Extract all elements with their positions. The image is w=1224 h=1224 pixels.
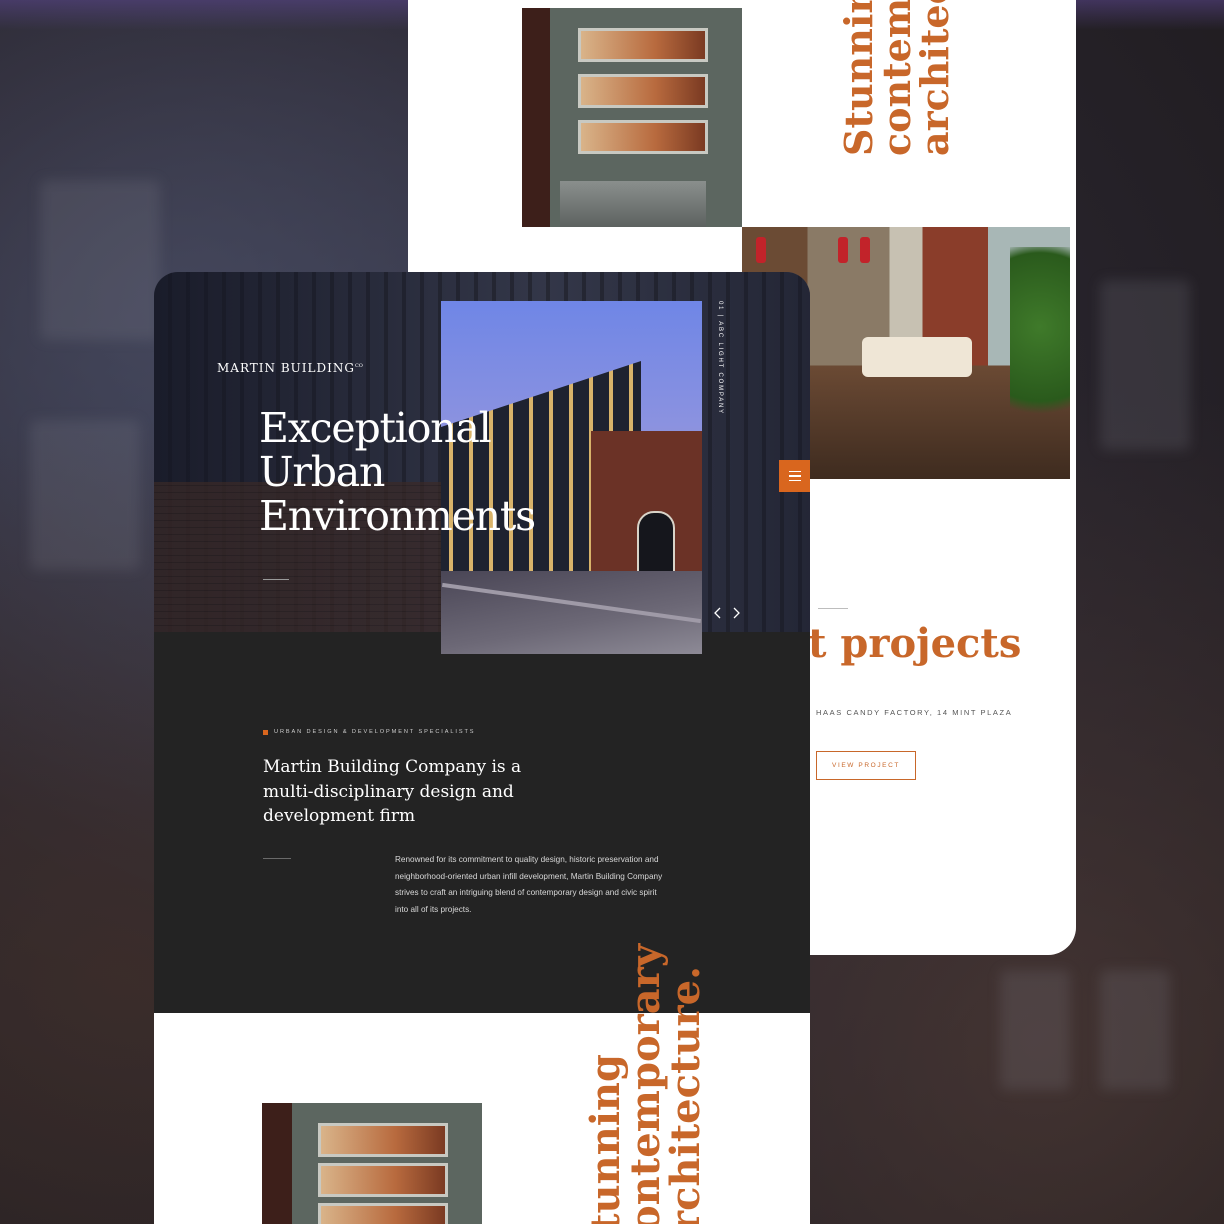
lead-statement: Martin Building Company is a multi-disci… [263, 757, 522, 826]
hamburger-menu-icon [788, 470, 801, 473]
hamburger-menu-icon [788, 479, 801, 482]
vertical-heading-line: contemp [874, 0, 919, 156]
background-blur-window [1100, 280, 1190, 450]
chevron-left-icon[interactable] [712, 606, 724, 620]
slide-caption: 01 | ABC LIGHT COMPANY [717, 301, 723, 415]
divider [818, 608, 848, 609]
body-divider [263, 858, 291, 859]
projects-heading: t projects [808, 620, 1022, 667]
back-vertical-heading: Stunning contemp architect [836, 0, 960, 156]
vertical-heading-line: Stunning [836, 0, 881, 156]
background-blur-window [40, 180, 160, 340]
body-paragraph: Renowned for its commitment to quality d… [395, 855, 663, 914]
niche-shelf [318, 1123, 448, 1157]
bathroom-niche-photo [262, 1103, 482, 1224]
bathroom-niche-photo [522, 8, 742, 227]
hero-title-line: Urban [259, 448, 385, 496]
sofa [862, 337, 972, 377]
background-blur-window [1000, 970, 1070, 1090]
accent-square-icon [263, 729, 268, 735]
niche-shelf [318, 1163, 448, 1197]
niche-shelf [578, 28, 708, 62]
hero-title-line: Exceptional [259, 404, 492, 452]
pendant-lamp [838, 237, 848, 263]
pendant-lamp [756, 237, 766, 263]
plant [1010, 247, 1070, 447]
street [441, 571, 702, 654]
pendant-lamp [860, 237, 870, 263]
eyebrow: URBAN DESIGN & DEVELOPMENT SPECIALISTS [263, 729, 475, 735]
view-project-button[interactable]: VIEW PROJECT [816, 751, 916, 780]
niche-shelf [318, 1203, 448, 1224]
background-blur-window [1100, 970, 1170, 1090]
hero-title-line: Environments [259, 492, 536, 540]
hamburger-menu-icon [788, 475, 801, 477]
chevron-right-icon[interactable] [730, 606, 742, 620]
hero-divider [263, 579, 289, 580]
niche-shelf [578, 120, 708, 154]
menu-button[interactable] [779, 460, 810, 492]
niche-shelf [578, 74, 708, 108]
vertical-heading-line: rchitecture. [662, 966, 709, 1224]
logo-superscript: CO [354, 363, 363, 369]
vertical-heading-line: ontemporary [622, 944, 669, 1224]
vertical-heading-line: architect [912, 0, 957, 156]
logo-text: MARTIN BUILDING [217, 361, 355, 375]
niche-sink [560, 181, 706, 227]
vertical-heading-line: tunning [582, 1054, 629, 1224]
hero-title: Exceptional Urban Environments [259, 404, 536, 540]
background-blur-window [30, 420, 140, 570]
white-section [154, 1013, 810, 1224]
logo[interactable]: MARTIN BUILDINGCO [217, 361, 363, 375]
eyebrow-text: URBAN DESIGN & DEVELOPMENT SPECIALISTS [274, 729, 476, 735]
project-location: HAAS CANDY FACTORY, 14 MINT PLAZA [816, 708, 1013, 717]
front-page-mockup: MARTIN BUILDINGCO Exceptional Urban Envi… [154, 272, 810, 1224]
